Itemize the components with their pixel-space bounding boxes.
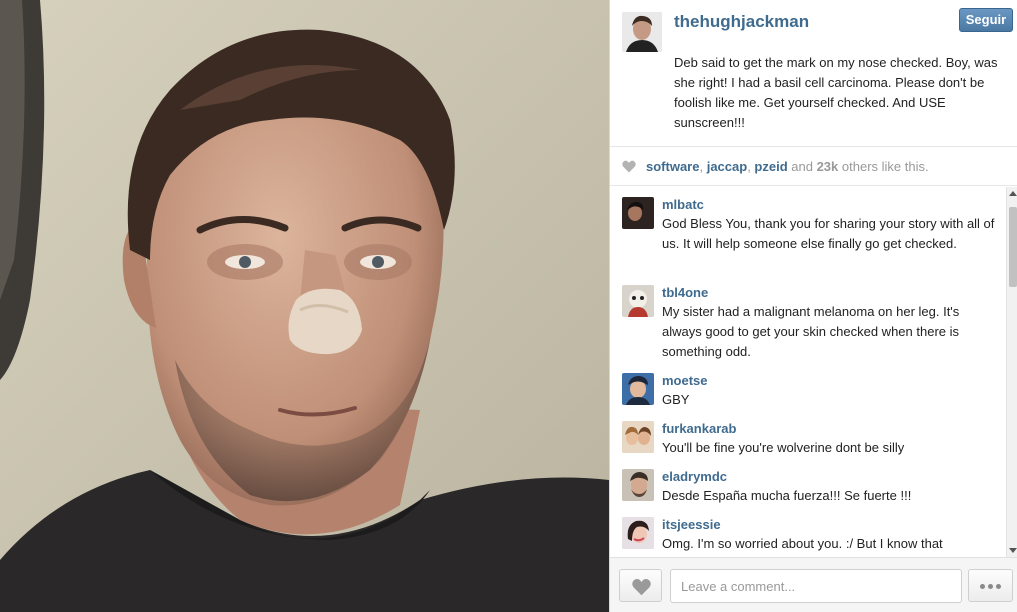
commenter-username[interactable]: eladrymdc (662, 469, 727, 484)
author-username[interactable]: thehughjackman (674, 12, 809, 32)
comment-footer (610, 557, 1017, 612)
post-side-panel: thehughjackman Seguir Deb said to get th… (609, 0, 1017, 612)
likes-and: and (787, 159, 817, 174)
scroll-down-icon[interactable] (1009, 548, 1017, 553)
comment-text: You'll be fine you're wolverine dont be … (662, 440, 905, 455)
like-button[interactable] (619, 569, 662, 602)
commenter-avatar[interactable] (622, 285, 654, 317)
comment-input[interactable] (670, 569, 962, 603)
commenter-avatar[interactable] (622, 373, 654, 405)
likes-bar: software, jaccap, pzeid and 23k others l… (610, 146, 1017, 186)
comment-text: God Bless You, thank you for sharing you… (662, 216, 995, 251)
post-photo[interactable] (0, 0, 609, 612)
commenter-username[interactable]: mlbatc (662, 197, 704, 212)
comment-text: Omg. I'm so worried about you. :/ But I … (662, 536, 943, 551)
liker-link[interactable]: pzeid (754, 159, 787, 174)
comment-list[interactable]: mlbatc God Bless You, thank you for shar… (610, 187, 1006, 557)
commenter-username[interactable]: moetse (662, 373, 708, 388)
commenter-avatar[interactable] (622, 517, 654, 549)
commenter-username[interactable]: furkankarab (662, 421, 736, 436)
commenter-avatar[interactable] (622, 421, 654, 453)
follow-button[interactable]: Seguir (959, 8, 1013, 32)
comment-text: Desde España mucha fuerza!!! Se fuerte !… (662, 488, 912, 503)
author-avatar[interactable] (622, 12, 662, 52)
liker-link[interactable]: jaccap (707, 159, 747, 174)
likes-count[interactable]: 23k (817, 159, 839, 174)
likes-suffix: others like this. (838, 159, 929, 174)
more-options-button[interactable] (968, 569, 1013, 602)
commenter-username[interactable]: itsjeessie (662, 517, 721, 532)
comment-text: My sister had a malignant melanoma on he… (662, 304, 960, 359)
heart-icon (632, 578, 651, 596)
heart-icon (622, 160, 636, 173)
more-dots-icon (980, 584, 1002, 589)
comment-text: GBY (662, 392, 690, 407)
liker-link[interactable]: software (646, 159, 699, 174)
post-header: thehughjackman Seguir Deb said to get th… (610, 0, 1017, 146)
commenter-username[interactable]: tbl4one (662, 285, 708, 300)
scrollbar-thumb[interactable] (1009, 207, 1017, 287)
likes-summary: software, jaccap, pzeid and 23k others l… (646, 159, 929, 174)
scroll-up-icon[interactable] (1009, 191, 1017, 196)
portrait-image (0, 0, 609, 612)
commenter-avatar[interactable] (622, 197, 654, 229)
comment-scrollbar[interactable] (1006, 187, 1017, 557)
post-caption: Deb said to get the mark on my nose chec… (674, 55, 998, 130)
commenter-avatar[interactable] (622, 469, 654, 501)
likes-separator: , (699, 159, 707, 174)
